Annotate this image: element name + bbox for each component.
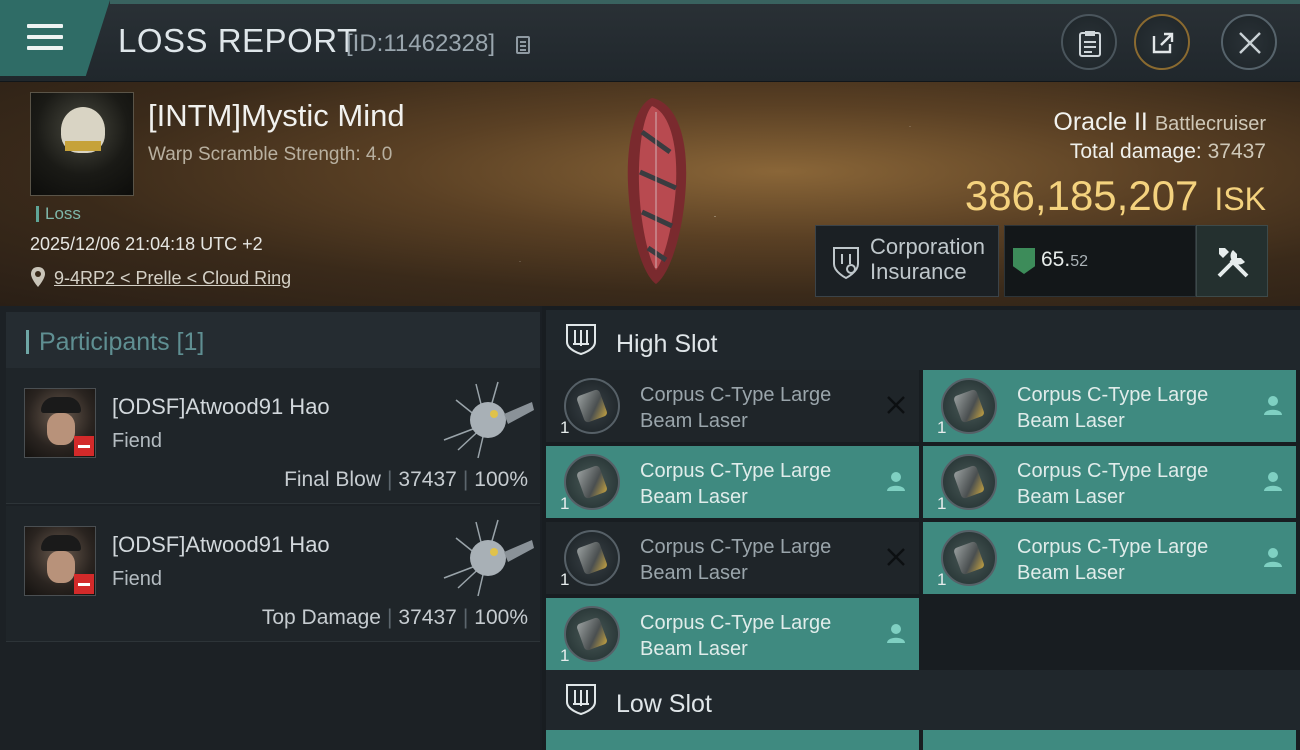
module-icon [564,606,620,662]
participant-name[interactable]: [ODSF]Atwood91 Hao [112,532,330,558]
copy-icon[interactable] [516,36,530,54]
module-name: Corpus C-Type Large Beam Laser [640,536,832,584]
module-item[interactable]: 1 Corpus C-Type Large Beam Laser [546,598,919,670]
insurance-shield-icon [833,247,859,280]
share-button[interactable] [1134,14,1190,70]
high-slot-label: High Slot [616,330,718,358]
module-item[interactable]: 1 Corpus C-Type Large Beam Laser [923,370,1296,442]
insurance-value: 65.52 [1004,225,1196,297]
module-name: Corpus C-Type Large Beam Laser [640,460,832,508]
participant-ship: Fiend [112,430,163,452]
module-quantity: 1 [560,646,570,665]
module-item[interactable]: 1 Corpus C-Type Large Beam Laser [546,446,919,518]
module-item[interactable]: 1 Corpus C-Type Large Beam Laser [923,446,1296,518]
module-quantity: 1 [560,570,570,589]
module-icon [941,378,997,434]
x-icon [887,396,905,414]
ship-name[interactable]: Oracle II Battlecruiser [1053,108,1266,137]
person-icon [1264,472,1282,491]
participant-name[interactable]: [ODSF]Atwood91 Hao [112,394,330,420]
isk-value: 386,185,207 ISK [964,172,1266,219]
slot-icon [566,324,596,356]
module-item[interactable] [546,730,919,750]
ship-image [627,98,687,284]
ship-class: Battlecruiser [1154,113,1266,135]
person-icon [887,624,905,643]
x-icon [887,548,905,566]
module-name: Corpus C-Type Large Beam Laser [1017,384,1209,432]
module-icon [941,454,997,510]
insurance-label: Corporation Insurance [870,234,985,284]
close-icon [1239,32,1261,54]
insurance-badge-icon [1013,248,1035,274]
participant-stats: Final Blow | 37437 | 100% [284,468,528,491]
participants-header: Participants [1] [6,312,540,372]
high-slot-header: High Slot [546,310,1300,370]
hostile-status-icon [74,574,94,594]
share-icon [1152,32,1174,54]
wrench-screwdriver-icon [1217,248,1249,278]
module-name: Corpus C-Type Large Beam Laser [1017,460,1209,508]
loss-summary-banner: [INTM]Mystic Mind Warp Scramble Strength… [0,82,1300,306]
module-name: Corpus C-Type Large Beam Laser [1017,536,1209,584]
module-item[interactable]: 1 Corpus C-Type Large Beam Laser [923,522,1296,594]
clipboard-icon [1079,31,1101,57]
module-icon [564,378,620,434]
participant-row[interactable]: [ODSF]Atwood91 Hao Fiend Final Blow | 3743… [6,368,540,504]
person-icon [887,472,905,491]
warp-scramble-strength: Warp Scramble Strength: 4.0 [148,144,393,165]
person-icon [1264,548,1282,567]
participant-ship: Fiend [112,568,163,590]
module-name: Corpus C-Type Large Beam Laser [640,612,832,660]
module-name: Corpus C-Type Large Beam Laser [640,384,832,432]
loss-tag: Loss [36,205,81,222]
module-quantity: 1 [937,494,947,513]
participants-panel: Participants [1] [ODSF]Atwood91 Hao Fien… [0,306,540,750]
module-quantity: 1 [560,494,570,513]
module-icon [564,454,620,510]
drone-ship-icon [443,519,534,597]
fitted-modules-panel: High Slot 1 Corpus C-Type Large Beam Lase… [542,306,1300,750]
fitting-button[interactable] [1196,225,1268,297]
top-bar: LOSS REPORT [ID:11462328] [0,0,1300,82]
victim-portrait[interactable] [30,92,134,196]
module-quantity: 1 [937,418,947,437]
low-slot-header: Low Slot [546,670,1300,730]
module-quantity: 1 [937,570,947,589]
module-item[interactable]: 1 Corpus C-Type Large Beam Laser [546,370,919,442]
page-title: LOSS REPORT [118,22,358,59]
drone-ship-icon [443,381,534,459]
corporation-insurance-button[interactable]: Corporation Insurance [815,225,999,297]
victim-name[interactable]: [INTM]Mystic Mind [148,98,405,134]
participant-row[interactable]: [ODSF]Atwood91 Hao Fiend Top Damage | 3743… [6,506,540,642]
menu-button[interactable] [0,0,110,76]
loss-datetime: 2025/12/06 21:04:18 UTC +2 [30,234,263,254]
module-icon [564,530,620,586]
location-link[interactable]: 9-4RP2 < Prelle < Cloud Ring [54,268,291,289]
module-quantity: 1 [560,418,570,437]
participants-title: Participants [1] [26,330,204,355]
participant-stats: Top Damage | 37437 | 100% [261,606,528,629]
menu-icon [27,24,63,57]
slot-icon [566,684,596,716]
module-icon [941,530,997,586]
person-icon [1264,396,1282,415]
low-slot-label: Low Slot [616,690,712,718]
location-pin-icon [31,267,45,287]
close-button[interactable] [1221,14,1277,70]
hostile-status-icon [74,436,94,456]
report-id: [ID:11462328] [346,30,496,57]
module-item[interactable] [923,730,1296,750]
clipboard-button[interactable] [1061,14,1117,70]
total-damage: Total damage: 37437 [1069,140,1266,163]
module-item[interactable]: 1 Corpus C-Type Large Beam Laser [546,522,919,594]
